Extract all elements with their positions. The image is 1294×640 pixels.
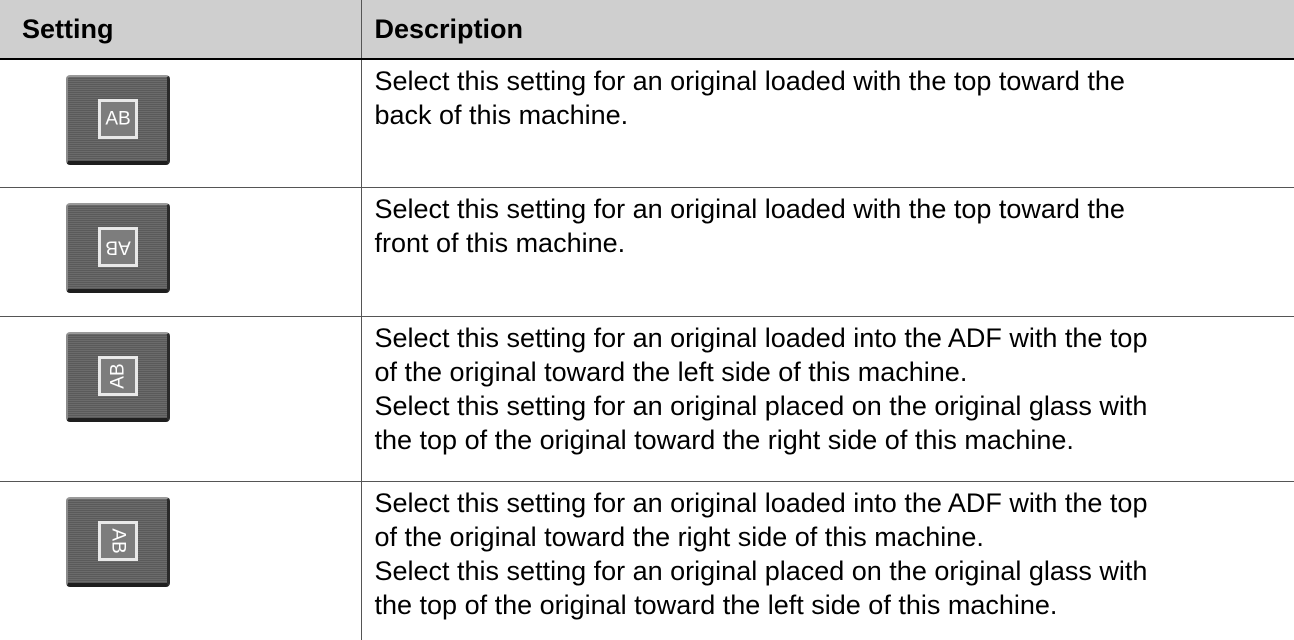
orientation-right-button[interactable]: AB [66,497,170,587]
orientation-left-button[interactable]: AB [66,332,170,422]
table-row: AB Select this setting for an original l… [0,482,1294,640]
header-setting: Setting [0,0,361,59]
table-row: AB Select this setting for an original l… [0,188,1294,317]
icon-glyph: AB [105,237,130,258]
header-description: Description [361,0,1294,59]
description-cell: Select this setting for an original load… [361,317,1294,482]
orientation-back-button[interactable]: AB [66,75,170,165]
description-cell: Select this setting for an original load… [361,188,1294,317]
ab-upright-icon: AB [98,99,138,139]
setting-cell: AB [0,59,361,188]
icon-glyph: AB [107,528,128,553]
setting-cell: AB [0,482,361,640]
description-cell: Select this setting for an original load… [361,59,1294,188]
table-header-row: Setting Description [0,0,1294,59]
setting-cell: AB [0,188,361,317]
table-row: AB Select this setting for an original l… [0,317,1294,482]
description-cell: Select this setting for an original load… [361,482,1294,640]
ab-rotated-right-icon: AB [98,521,138,561]
ab-rotated-left-icon: AB [98,356,138,396]
setting-cell: AB [0,317,361,482]
orientation-front-button[interactable]: AB [66,203,170,293]
icon-glyph: AB [107,363,128,388]
icon-glyph: AB [105,109,130,130]
settings-table: Setting Description AB Select this setti… [0,0,1294,640]
ab-upside-down-icon: AB [98,227,138,267]
table-row: AB Select this setting for an original l… [0,59,1294,188]
